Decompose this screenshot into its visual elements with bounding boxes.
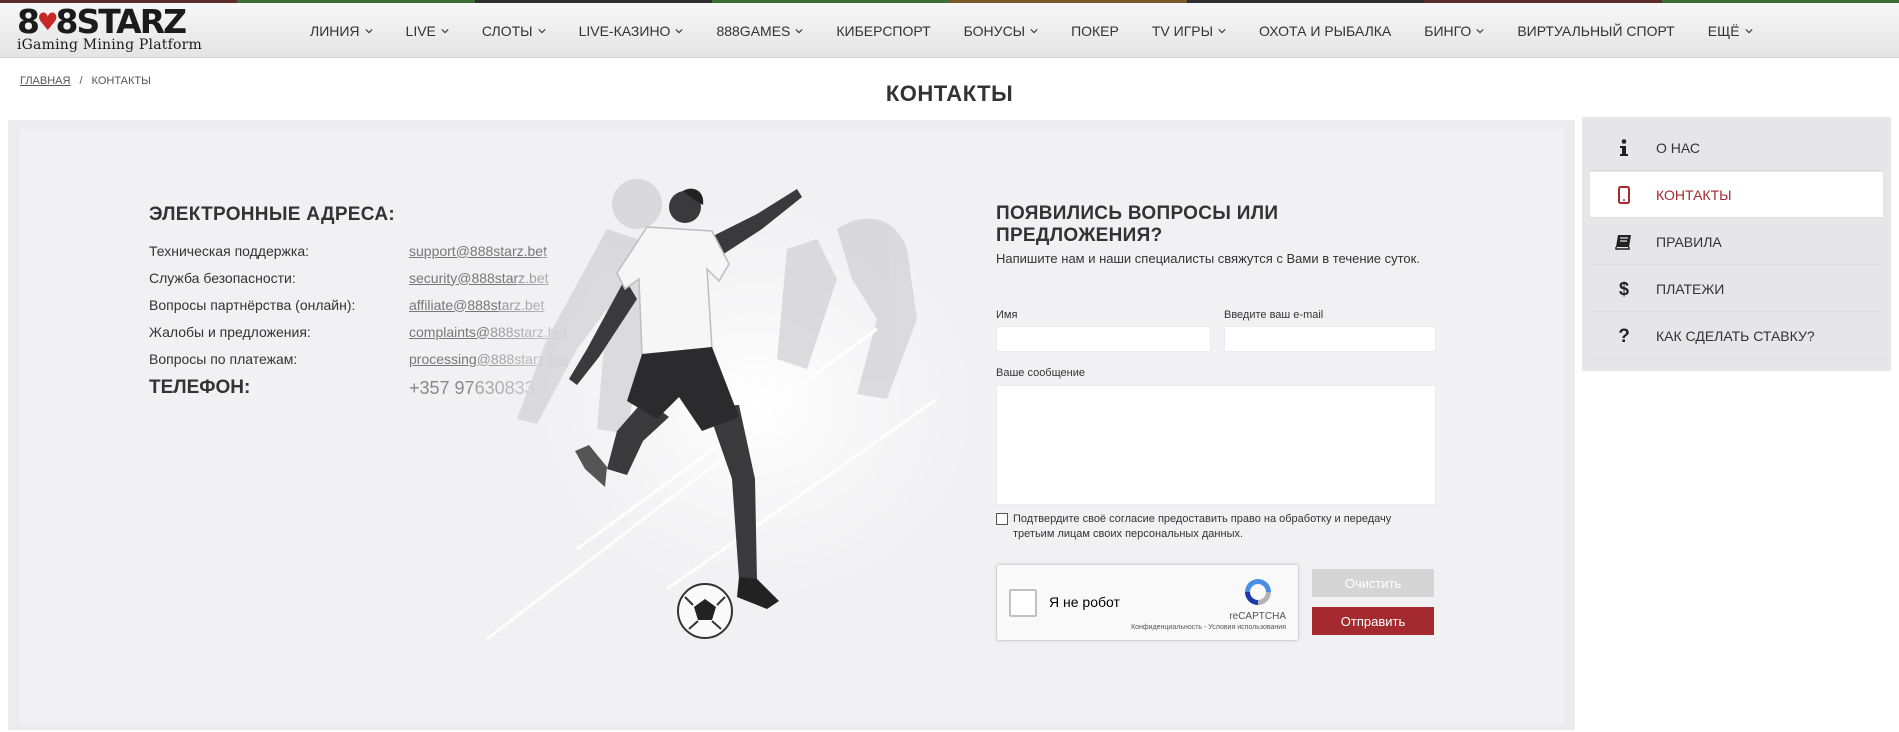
- recaptcha-brand: reCAPTCHA: [1229, 611, 1286, 622]
- book-icon: [1612, 234, 1636, 250]
- email-row-label: Служба безопасности:: [149, 269, 296, 286]
- recaptcha-logo-icon: [1245, 579, 1271, 605]
- football-player-illustration: [467, 169, 1037, 689]
- nav-item-label: LIVE: [405, 22, 436, 39]
- info-icon: [1612, 138, 1636, 157]
- clear-button[interactable]: Очистить: [1312, 569, 1434, 597]
- nav-item-7[interactable]: ПОКЕР: [1071, 23, 1119, 39]
- logo-tagline: iGaming Mining Platform: [17, 37, 202, 53]
- recaptcha-checkbox[interactable]: [1009, 589, 1037, 617]
- site-header: 8 ♥ 8STARZ iGaming Mining Platform ЛИНИЯ LI…: [0, 3, 1899, 58]
- nav-item-label: ПОКЕР: [1071, 22, 1119, 39]
- sidebar-item-label: КОНТАКТЫ: [1656, 186, 1732, 203]
- nav-item-3[interactable]: LIVE-КАЗИНО: [579, 23, 684, 39]
- svg-text:$: $: [1619, 279, 1629, 299]
- recaptcha-legal-links[interactable]: Конфиденциальность - Условия использован…: [1131, 624, 1286, 631]
- nav-item-label: ВИРТУАЛЬНЫЙ СПОРТ: [1517, 22, 1675, 39]
- email-row-label: Вопросы партнёрства (онлайн):: [149, 296, 356, 313]
- nav-item-label: БОНУСЫ: [963, 22, 1026, 39]
- nav-item-10[interactable]: БИНГО: [1424, 23, 1484, 39]
- nav-item-label: ЕЩЁ: [1707, 22, 1740, 39]
- main-nav: ЛИНИЯ LIVE СЛОТЫ LIVE-КАЗИНО 888GAMES КИБЕРСП…: [310, 3, 1786, 58]
- sidebar-item-4[interactable]: ? КАК СДЕЛАТЬ СТАВКУ?: [1590, 313, 1883, 359]
- email-row-label: Жалобы и предложения:: [149, 323, 311, 340]
- nav-item-label: БИНГО: [1424, 22, 1472, 39]
- dollar-icon: $: [1612, 279, 1636, 299]
- consent-text: Подтвердите своё согласие предоставить п…: [1013, 513, 1392, 540]
- contacts-panel-inner: ЭЛЕКТРОННЫЕ АДРЕСА: Техническая поддержк…: [19, 129, 1564, 723]
- nav-item-12[interactable]: ЕЩЁ: [1708, 23, 1753, 39]
- nav-item-5[interactable]: КИБЕРСПОРТ: [836, 23, 930, 39]
- form-heading: ПОЯВИЛИСЬ ВОПРОСЫ ИЛИ ПРЕДЛОЖЕНИЯ?: [996, 203, 1279, 246]
- phone-icon: [1612, 185, 1636, 204]
- chevron-down-icon: [795, 28, 804, 33]
- sidebar-item-label: О НАС: [1656, 139, 1701, 156]
- chevron-down-icon: [1744, 28, 1753, 33]
- contacts-panel: ЭЛЕКТРОННЫЕ АДРЕСА: Техническая поддержк…: [8, 120, 1575, 730]
- chevron-down-icon: [675, 28, 684, 33]
- question-icon: ?: [1612, 326, 1636, 346]
- nav-item-label: TV ИГРЫ: [1151, 22, 1214, 39]
- nav-item-label: 888GAMES: [716, 22, 791, 39]
- recaptcha-widget: Я не робот reCAPTCHA Конфиденциальность …: [996, 564, 1299, 641]
- sidebar-item-label: КАК СДЕЛАТЬ СТАВКУ?: [1656, 327, 1815, 344]
- chevron-down-icon: [364, 28, 373, 33]
- football-ball-icon: [677, 583, 733, 639]
- nav-item-11[interactable]: ВИРТУАЛЬНЫЙ СПОРТ: [1517, 23, 1674, 39]
- sidebar-item-2[interactable]: ПРАВИЛА: [1590, 219, 1883, 265]
- sidebar-item-label: ПРАВИЛА: [1656, 233, 1722, 250]
- nav-item-9[interactable]: ОХОТА И РЫБАЛКА: [1259, 23, 1391, 39]
- nav-item-0[interactable]: ЛИНИЯ: [310, 23, 373, 39]
- logo-wordmark: 8 ♥ 8STARZ: [17, 2, 187, 41]
- message-textarea[interactable]: [996, 385, 1436, 505]
- feedback-form: ПОЯВИЛИСЬ ВОПРОСЫ ИЛИ ПРЕДЛОЖЕНИЯ? Напиш…: [996, 203, 1436, 641]
- recaptcha-label: Я не робот: [1049, 594, 1120, 610]
- chevron-down-icon: [537, 28, 546, 33]
- info-sidebar: О НАС КОНТАКТЫ ПРАВИЛА $ ПЛАТЕЖИ? КАК СДЕЛАТЬ…: [1582, 117, 1891, 371]
- nav-item-label: КИБЕРСПОРТ: [836, 22, 931, 39]
- site-logo[interactable]: 8 ♥ 8STARZ iGaming Mining Platform: [17, 2, 202, 59]
- nav-item-label: LIVE-КАЗИНО: [578, 22, 671, 39]
- svg-text:?: ?: [1618, 326, 1630, 346]
- consent-row: Подтвердите своё согласие предоставить п…: [996, 512, 1416, 542]
- nav-item-8[interactable]: TV ИГРЫ: [1152, 23, 1226, 39]
- page-title: КОНТАКТЫ: [885, 81, 1014, 106]
- nav-item-label: ЛИНИЯ: [310, 22, 360, 39]
- name-input[interactable]: [996, 326, 1211, 352]
- form-subheading: Напишите нам и наши специалисты свяжутся…: [996, 251, 1420, 266]
- message-label: Ваше сообщение: [996, 367, 1085, 379]
- email-row-label: Техническая поддержка:: [149, 242, 310, 259]
- email-row-label: Вопросы по платежам:: [149, 350, 298, 367]
- phone-label: ТЕЛЕФОН:: [149, 377, 251, 398]
- sidebar-item-1[interactable]: КОНТАКТЫ: [1590, 172, 1883, 218]
- consent-checkbox[interactable]: [996, 513, 1008, 525]
- sidebar-item-0[interactable]: О НАС: [1590, 125, 1883, 171]
- nav-item-1[interactable]: LIVE: [406, 23, 449, 39]
- nav-item-2[interactable]: СЛОТЫ: [482, 23, 546, 39]
- nav-item-6[interactable]: БОНУСЫ: [964, 23, 1038, 39]
- nav-item-4[interactable]: 888GAMES: [716, 22, 804, 39]
- sidebar-item-3[interactable]: $ ПЛАТЕЖИ: [1590, 266, 1883, 312]
- send-button[interactable]: Отправить: [1312, 607, 1434, 635]
- email-input[interactable]: [1224, 326, 1436, 352]
- chevron-down-icon: [441, 28, 449, 33]
- nav-item-label: СЛОТЫ: [481, 22, 533, 39]
- nav-item-label: ОХОТА И РЫБАЛКА: [1259, 22, 1392, 39]
- name-label: Имя: [996, 309, 1018, 321]
- chevron-down-icon: [1218, 28, 1226, 33]
- chevron-down-icon: [1476, 28, 1484, 33]
- chevron-down-icon: [1030, 28, 1038, 33]
- sidebar-item-label: ПЛАТЕЖИ: [1656, 280, 1725, 297]
- email-label: Введите ваш e-mail: [1224, 309, 1324, 321]
